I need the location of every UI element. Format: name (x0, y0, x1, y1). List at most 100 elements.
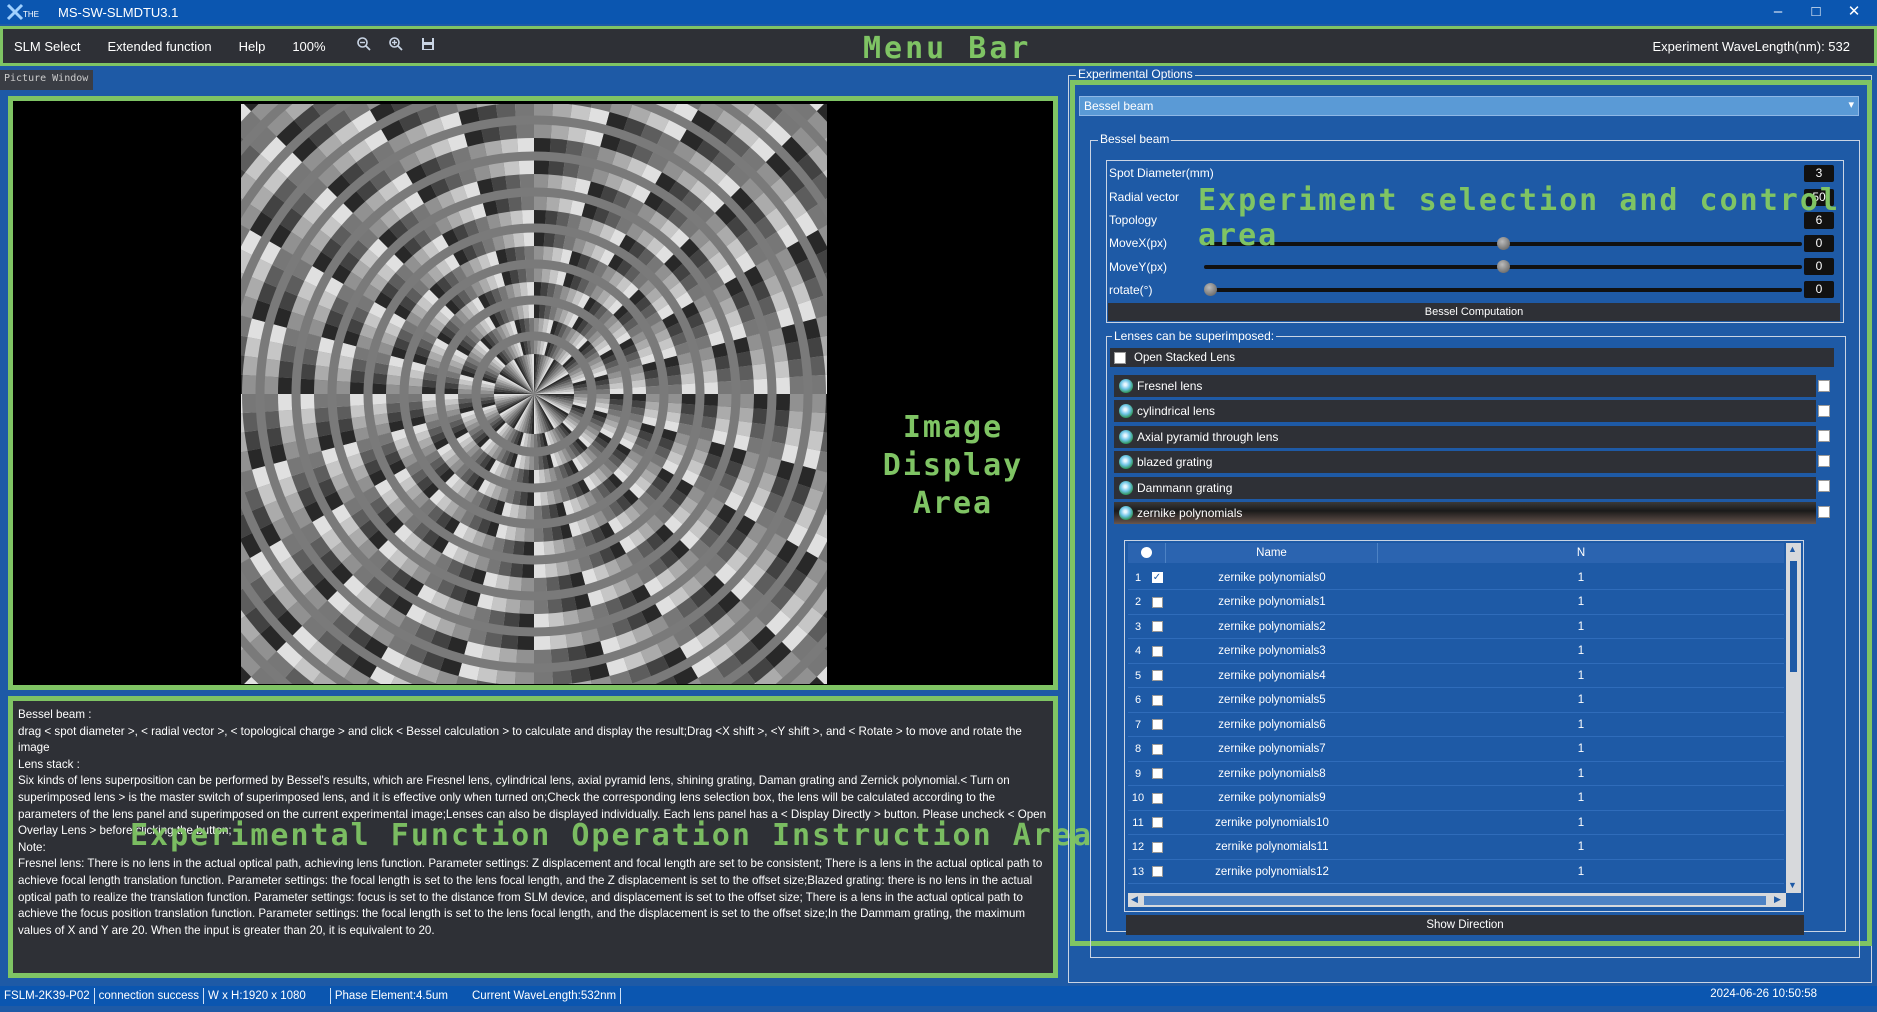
lens-checkbox-fresnel[interactable] (1818, 380, 1830, 392)
row-name: zernike polynomials1 (1218, 596, 1326, 608)
minimize-icon[interactable]: – (1768, 2, 1788, 22)
table-row[interactable]: 5 zernike polynomials4 1 (1128, 664, 1784, 688)
scrollbar-thumb[interactable] (1789, 560, 1798, 673)
row-checkbox[interactable] (1148, 621, 1166, 632)
lens-item-blazed-grating[interactable]: blazed grating (1114, 451, 1816, 473)
table-row[interactable]: 1 ✓ zernike polynomials0 1 (1128, 566, 1784, 590)
param-label: Topology (1109, 213, 1158, 227)
movey-value[interactable]: 0 (1804, 258, 1834, 275)
rotate-value[interactable]: 0 (1804, 281, 1834, 298)
bessel-computation-button[interactable]: Bessel Computation (1108, 303, 1840, 321)
movey-slider[interactable] (1204, 260, 1802, 273)
lens-checkbox-axial-pyramid[interactable] (1818, 430, 1830, 442)
column-header-n[interactable]: N (1378, 543, 1784, 563)
show-direction-button[interactable]: Show Direction (1126, 915, 1804, 935)
scroll-down-icon[interactable]: ▼ (1788, 880, 1797, 890)
row-n: 1 (1577, 767, 1585, 780)
table-row[interactable]: 10 zernike polynomials9 1 (1128, 787, 1784, 811)
table-row[interactable]: 3 zernike polynomials2 1 (1128, 615, 1784, 639)
zoom-out-icon[interactable] (354, 36, 374, 56)
row-checkbox[interactable] (1148, 841, 1166, 853)
param-label: rotate(°) (1109, 283, 1153, 297)
row-checkbox[interactable] (1148, 670, 1166, 681)
row-checkbox[interactable] (1148, 596, 1166, 608)
row-checkbox[interactable] (1148, 866, 1166, 877)
lens-item-axial-pyramid[interactable]: Axial pyramid through lens (1114, 426, 1816, 448)
chevron-down-icon: ▾ (1848, 99, 1854, 111)
row-checkbox[interactable] (1148, 694, 1166, 706)
row-index: 11 (1132, 816, 1144, 829)
row-checkbox[interactable] (1148, 817, 1166, 828)
row-checkbox[interactable] (1148, 792, 1166, 804)
maximize-icon[interactable]: □ (1806, 2, 1826, 22)
lens-item-dammann-grating[interactable]: Dammann grating (1114, 477, 1816, 499)
lens-icon (1119, 404, 1133, 418)
table-row[interactable]: 7 zernike polynomials6 1 (1128, 713, 1784, 737)
check-icon: ✓ (1151, 572, 1163, 583)
open-stacked-lens-label: Open Stacked Lens (1134, 351, 1236, 364)
lens-item-fresnel[interactable]: Fresnel lens (1114, 375, 1816, 397)
lens-checkbox-blazed-grating[interactable] (1818, 455, 1830, 467)
table-row[interactable]: 11 zernike polynomials10 1 (1128, 811, 1784, 835)
param-label: Radial vector (1109, 190, 1180, 204)
instruction-paragraph: Lens stack : (18, 757, 80, 771)
lens-checkbox-cylindrical[interactable] (1818, 405, 1830, 417)
lens-item-cylindrical[interactable]: cylindrical lens (1114, 400, 1816, 422)
zoom-in-icon[interactable] (386, 36, 406, 56)
menu-extended-function[interactable]: Extended function (107, 39, 211, 54)
table-row[interactable]: 8 zernike polynomials7 1 (1128, 738, 1784, 762)
row-n: 1 (1577, 816, 1585, 829)
open-stacked-lens-row[interactable]: Open Stacked Lens (1110, 348, 1834, 367)
open-stacked-lens-checkbox[interactable] (1114, 351, 1126, 364)
picture-window-tab[interactable]: Picture Window (0, 70, 93, 90)
row-n: 1 (1577, 645, 1585, 657)
column-header-name[interactable]: Name (1166, 543, 1378, 563)
row-name: zernike polynomials6 (1218, 718, 1326, 731)
experimental-options-title: Experimental Options (1076, 67, 1195, 81)
table-row[interactable]: 4 zernike polynomials3 1 (1128, 640, 1784, 664)
row-checkbox[interactable] (1148, 768, 1166, 779)
experiment-area-annotation: Experiment selection and control area (1198, 183, 1840, 253)
slider-handle[interactable] (1497, 260, 1510, 273)
row-checkbox[interactable]: ✓ (1148, 572, 1166, 583)
row-checkbox[interactable] (1148, 743, 1166, 755)
scrollbar-thumb[interactable] (1144, 896, 1766, 905)
menu-help[interactable]: Help (239, 39, 266, 54)
status-datetime: 2024-06-26 10:50:58 (1710, 988, 1817, 1000)
status-resolution: W x H:1920 x 1080 (204, 988, 331, 1004)
experiment-select-value: Bessel beam (1084, 99, 1154, 113)
menu-bar: SLM Select Extended function Help 100% M… (0, 26, 1877, 66)
table-row[interactable]: 2 zernike polynomials1 1 (1128, 591, 1784, 615)
scroll-left-icon[interactable]: ◀ (1131, 894, 1138, 905)
table-row[interactable]: 12 zernike polynomials11 1 (1128, 836, 1784, 860)
param-label: MoveY(px) (1109, 260, 1168, 274)
menu-slm-select[interactable]: SLM Select (14, 39, 80, 54)
save-icon[interactable] (418, 36, 438, 56)
row-n: 1 (1577, 571, 1585, 584)
row-name: zernike polynomials7 (1218, 743, 1326, 755)
select-all-header[interactable] (1128, 543, 1166, 563)
scroll-up-icon[interactable]: ▲ (1788, 544, 1797, 554)
close-icon[interactable]: ✕ (1844, 2, 1864, 22)
lens-checkbox-dammann-grating[interactable] (1818, 480, 1830, 492)
slider-handle[interactable] (1204, 283, 1217, 296)
lens-icon (1119, 379, 1133, 393)
zoom-level[interactable]: 100% (292, 39, 325, 54)
row-index: 6 (1134, 694, 1142, 706)
param-label: Spot Diameter(mm) (1109, 166, 1214, 180)
title-bar: THE MS-SW-SLMDTU3.1 – □ ✕ (0, 0, 1877, 24)
lens-item-zernike[interactable]: zernike polynomials (1114, 502, 1816, 524)
instruction-paragraph: drag < spot diameter >, < radial vector … (18, 724, 1022, 755)
row-checkbox[interactable] (1148, 645, 1166, 657)
lens-checkbox-zernike[interactable] (1818, 506, 1830, 518)
table-row[interactable]: 6 zernike polynomials5 1 (1128, 689, 1784, 713)
rotate-slider[interactable] (1204, 283, 1802, 296)
row-checkbox[interactable] (1148, 719, 1166, 730)
experiment-select[interactable]: Bessel beam ▾ (1079, 96, 1859, 116)
scroll-right-icon[interactable]: ▶ (1774, 894, 1781, 905)
table-row[interactable]: 9 zernike polynomials8 1 (1128, 762, 1784, 786)
row-index: 3 (1134, 620, 1142, 633)
row-name: zernike polynomials10 (1215, 816, 1329, 829)
spot-diameter-value[interactable]: 3 (1804, 165, 1834, 182)
table-row[interactable]: 13 zernike polynomials12 1 (1128, 860, 1784, 884)
